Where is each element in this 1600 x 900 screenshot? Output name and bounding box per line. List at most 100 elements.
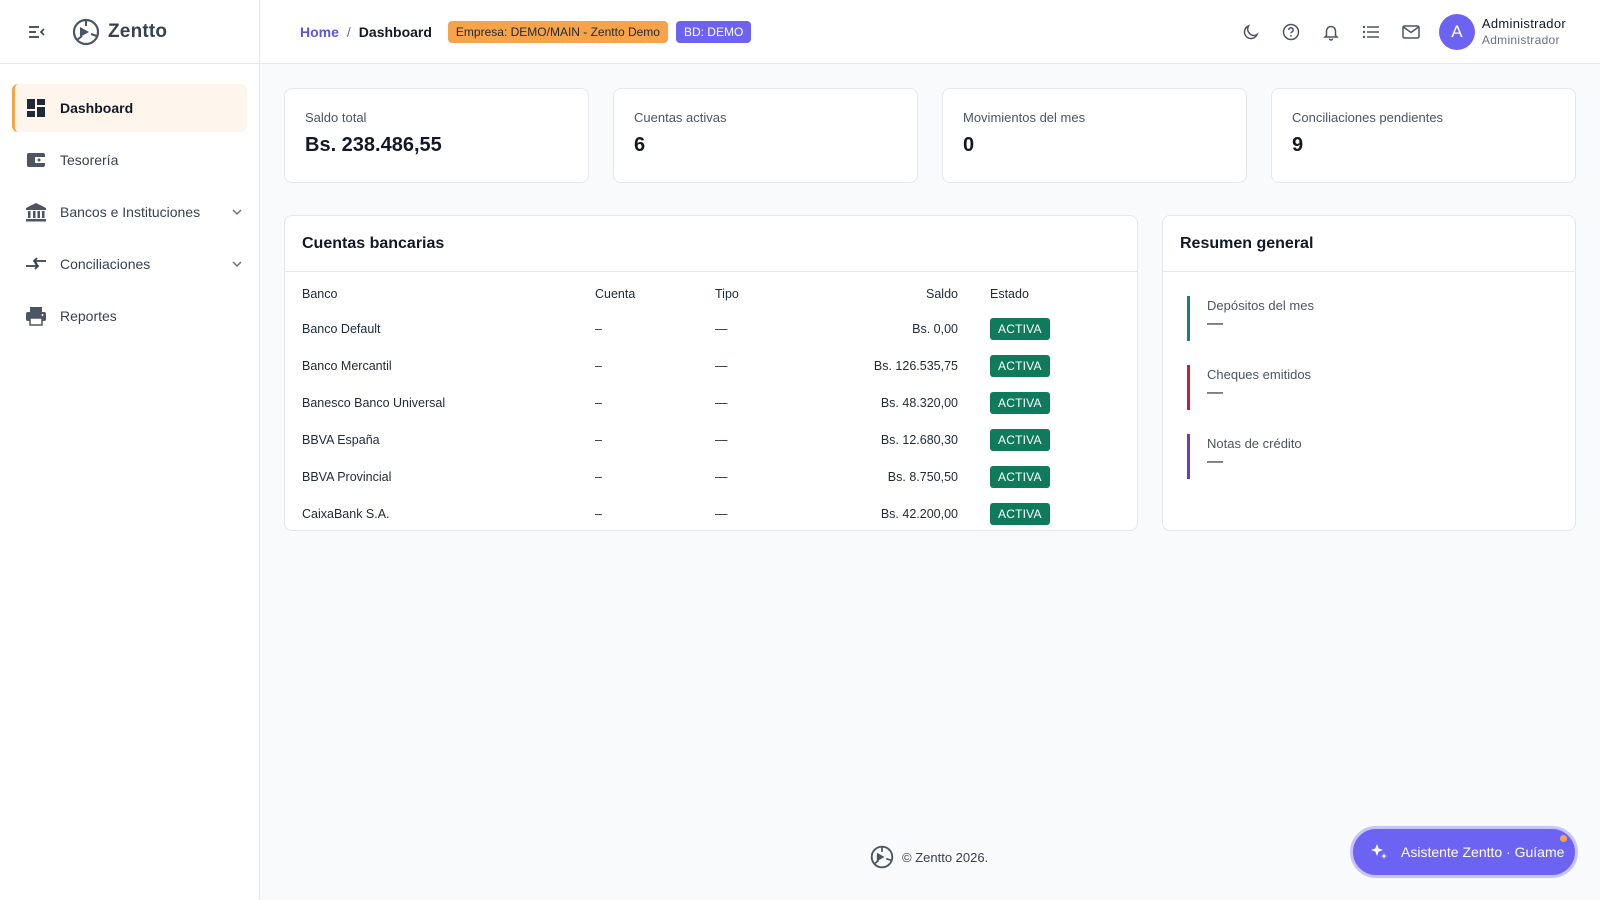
stat-cards: Saldo total Bs. 238.486,55 Cuentas activ… bbox=[284, 88, 1576, 183]
sidebar-item-label: Reportes bbox=[60, 308, 117, 324]
cell-balance: Bs. 8.750,50 bbox=[887, 469, 958, 484]
cell-account: – bbox=[595, 395, 602, 410]
stat-value: Bs. 238.486,55 bbox=[305, 134, 442, 156]
cell-account: – bbox=[595, 432, 602, 447]
cell-status: ACTIVA bbox=[990, 347, 1137, 384]
cell-status: ACTIVA bbox=[990, 384, 1137, 421]
summary-card: Resumen general Depósitos del mes — Cheq… bbox=[1162, 215, 1576, 531]
table-row[interactable]: BBVA Provincial – — Bs. 8.750,50 ACTIVA bbox=[285, 458, 1137, 495]
summary-item-notas: Notas de crédito — bbox=[1187, 434, 1575, 479]
status-badge: ACTIVA bbox=[990, 317, 1050, 340]
stat-card-saldo-total: Saldo total Bs. 238.486,55 bbox=[284, 88, 589, 183]
bank-icon bbox=[25, 201, 47, 223]
sidebar-nav: Dashboard Tesorería Bancos e Institucion… bbox=[0, 64, 259, 340]
cell-balance: Bs. 48.320,00 bbox=[880, 395, 958, 410]
cell-type: — bbox=[715, 395, 728, 410]
company-badge[interactable]: Empresa: DEMO/MAIN - Zentto Demo bbox=[447, 20, 668, 43]
stat-label: Movimientos del mes bbox=[963, 110, 1086, 125]
column-header-balance[interactable]: Saldo bbox=[835, 272, 990, 310]
cell-balance: Bs. 42.200,00 bbox=[880, 506, 958, 521]
dashboard-icon bbox=[25, 97, 47, 119]
summary-label: Depósitos del mes bbox=[1207, 298, 1314, 313]
cell-bank: Banesco Banco Universal bbox=[302, 395, 446, 410]
status-badge: ACTIVA bbox=[990, 391, 1050, 414]
accounts-table: Banco Cuenta Tipo Saldo Estado Banco Def… bbox=[285, 272, 1137, 532]
cell-status: ACTIVA bbox=[990, 421, 1137, 458]
top-bar: Home / Dashboard Empresa: DEMO/MAIN - Ze… bbox=[260, 0, 1600, 64]
stat-card-cuentas-activas: Cuentas activas 6 bbox=[613, 88, 918, 183]
footer: © Zentto 2026. bbox=[870, 845, 988, 869]
user-menu[interactable]: A Administrador Administrador bbox=[1438, 14, 1566, 50]
zentto-logo-icon bbox=[72, 18, 100, 46]
status-badge: ACTIVA bbox=[990, 465, 1050, 488]
chevron-down-icon bbox=[229, 256, 245, 272]
table-row[interactable]: Banco Default – — Bs. 0,00 ACTIVA bbox=[285, 310, 1137, 347]
sidebar-item-label: Tesorería bbox=[60, 152, 119, 168]
database-badge[interactable]: BD: DEMO bbox=[675, 20, 752, 43]
cell-account: – bbox=[595, 358, 602, 373]
cell-bank: Banco Mercantil bbox=[302, 358, 392, 373]
summary-item-cheques: Cheques emitidos — bbox=[1187, 365, 1575, 410]
cell-account: – bbox=[595, 321, 602, 336]
summary-list: Depósitos del mes — Cheques emitidos — N… bbox=[1163, 272, 1575, 479]
menu-collapse-icon[interactable] bbox=[27, 22, 47, 42]
cell-account: – bbox=[595, 469, 602, 484]
summary-value: — bbox=[1207, 453, 1223, 470]
accounts-card: Cuentas bancarias Banco Cuenta Tipo Sald… bbox=[284, 215, 1138, 531]
assistant-button[interactable]: Asistente Zentto · Guíame bbox=[1350, 826, 1578, 878]
sidebar-item-tesoreria[interactable]: Tesorería bbox=[12, 136, 247, 184]
status-badge: ACTIVA bbox=[990, 354, 1050, 377]
list-icon[interactable] bbox=[1351, 12, 1391, 52]
top-actions: A Administrador Administrador bbox=[1231, 0, 1600, 64]
breadcrumb-home-link[interactable]: Home bbox=[300, 24, 339, 40]
mail-icon[interactable] bbox=[1391, 12, 1431, 52]
cell-bank: BBVA España bbox=[302, 432, 380, 447]
table-row[interactable]: CaixaBank S.A. – — Bs. 42.200,00 ACTIVA bbox=[285, 495, 1137, 532]
cell-status: ACTIVA bbox=[990, 310, 1137, 347]
cell-type: — bbox=[715, 469, 728, 484]
bell-icon[interactable] bbox=[1311, 12, 1351, 52]
status-badge: ACTIVA bbox=[990, 428, 1050, 451]
stat-value: 0 bbox=[963, 134, 975, 156]
card-title: Cuentas bancarias bbox=[285, 216, 1137, 272]
cell-type: — bbox=[715, 506, 728, 521]
status-badge: ACTIVA bbox=[990, 502, 1050, 525]
column-header-bank[interactable]: Banco bbox=[285, 272, 595, 310]
breadcrumb-separator: / bbox=[346, 23, 351, 40]
column-header-type[interactable]: Tipo bbox=[715, 272, 835, 310]
column-header-account[interactable]: Cuenta bbox=[595, 272, 715, 310]
footer-text: © Zentto 2026. bbox=[902, 849, 989, 865]
sidebar-item-bancos[interactable]: Bancos e Instituciones bbox=[12, 188, 247, 236]
table-row[interactable]: Banco Mercantil – — Bs. 126.535,75 ACTIV… bbox=[285, 347, 1137, 384]
breadcrumb-current: Dashboard bbox=[358, 23, 432, 40]
stat-card-conciliaciones: Conciliaciones pendientes 9 bbox=[1271, 88, 1576, 183]
summary-value: — bbox=[1207, 384, 1223, 401]
user-info: Administrador Administrador bbox=[1482, 15, 1566, 49]
column-header-status[interactable]: Estado bbox=[990, 272, 1137, 310]
chevron-down-icon bbox=[229, 204, 245, 220]
cell-type: — bbox=[715, 321, 728, 336]
table-row[interactable]: Banesco Banco Universal – — Bs. 48.320,0… bbox=[285, 384, 1137, 421]
cell-bank: Banco Default bbox=[302, 321, 381, 336]
cell-account: – bbox=[595, 506, 602, 521]
sidebar-item-label: Dashboard bbox=[60, 100, 134, 116]
summary-value: — bbox=[1207, 315, 1223, 332]
stat-label: Conciliaciones pendientes bbox=[1292, 110, 1444, 125]
sidebar-item-label: Bancos e Instituciones bbox=[60, 204, 201, 220]
summary-item-depositos: Depósitos del mes — bbox=[1187, 296, 1575, 341]
moon-icon[interactable] bbox=[1231, 12, 1271, 52]
avatar: A bbox=[1438, 14, 1475, 50]
cell-status: ACTIVA bbox=[990, 495, 1137, 532]
help-icon[interactable] bbox=[1271, 12, 1311, 52]
table-row[interactable]: BBVA España – — Bs. 12.680,30 ACTIVA bbox=[285, 421, 1137, 458]
sidebar-item-conciliaciones[interactable]: Conciliaciones bbox=[12, 240, 247, 288]
sidebar-item-reportes[interactable]: Reportes bbox=[12, 292, 247, 340]
zentto-logo-icon bbox=[870, 845, 894, 869]
cell-type: — bbox=[715, 358, 728, 373]
stat-card-movimientos: Movimientos del mes 0 bbox=[942, 88, 1247, 183]
breadcrumb: Home / Dashboard bbox=[300, 24, 432, 40]
printer-icon bbox=[25, 305, 47, 327]
sidebar-item-dashboard[interactable]: Dashboard bbox=[12, 84, 247, 132]
app-name: Zentto bbox=[108, 20, 168, 42]
sidebar-item-label: Conciliaciones bbox=[60, 256, 151, 272]
